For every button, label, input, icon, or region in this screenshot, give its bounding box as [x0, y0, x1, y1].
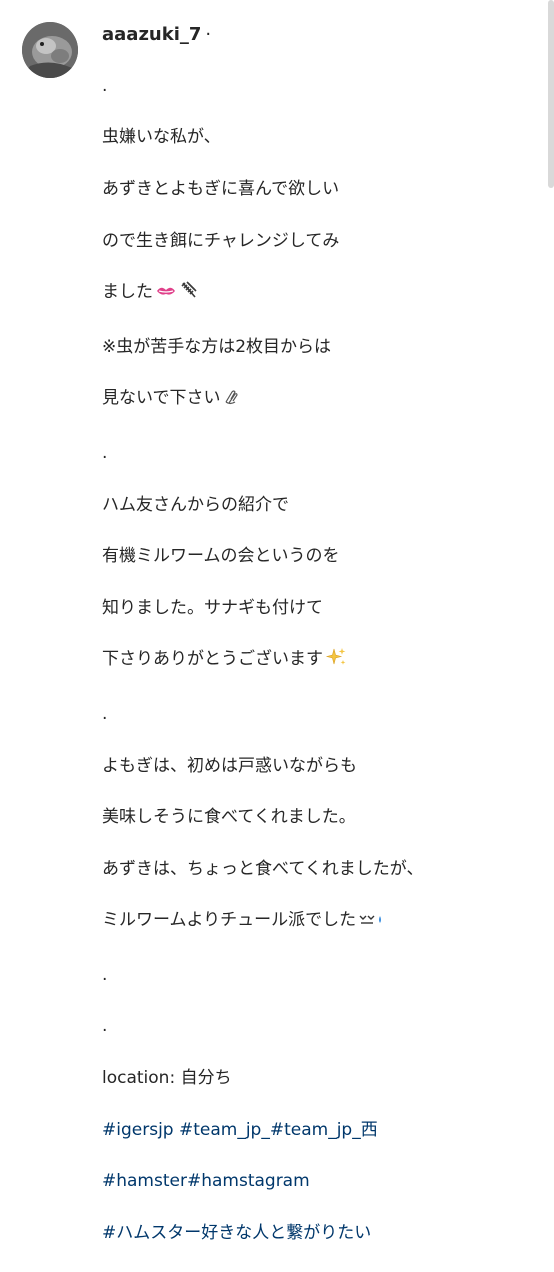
sweat-smile-icon [358, 910, 386, 937]
caption-line: . [102, 442, 108, 463]
hamster-photo-icon [22, 22, 78, 78]
caption-line-with-emoji: ミルワームよりチュール派でした [102, 908, 542, 937]
username-link[interactable]: aaazuki_7 [102, 24, 201, 45]
caption-line-with-emoji: ました [102, 280, 542, 309]
caption-line: . [102, 964, 108, 985]
caption-line-text: ました [102, 282, 153, 303]
caption-line-text: 下さりありがとうございます [102, 649, 323, 670]
post-caption: . 虫嫌いな私が、 あずきとよもぎに喜んで欲しい ので生き餌にチャレンジしてみ … [102, 48, 542, 1272]
caption-line-text: 見ないで下さい [102, 388, 221, 409]
caption-line: . [102, 703, 108, 724]
header-separator: · [205, 24, 212, 45]
kiss-face-icon [155, 282, 177, 309]
caption-line: . [102, 1016, 108, 1037]
caption-line: ので生き餌にチャレンジしてみ [102, 230, 340, 251]
caption-line: あずきとよもぎに喜んで欲しい [102, 178, 340, 199]
hashtag-link[interactable]: #igersjp #team_jp_#team_jp_西 [102, 1118, 542, 1144]
hashtag-link[interactable]: #ハムスター好きな人と繋がりたい [102, 1221, 542, 1247]
avatar[interactable] [22, 22, 78, 78]
caption-line: あずきは、ちょっと食べてくれましたが、 [102, 858, 424, 879]
caption-line: . [102, 75, 108, 96]
caption-line-text: ミルワームよりチュール派でした [102, 910, 357, 931]
caption-line: ※虫が苦手な方は2枚目からは [102, 336, 332, 357]
hashtag-link[interactable]: #hamster#hamstagram [102, 1169, 542, 1195]
raised-hand-icon [223, 388, 241, 415]
caption-line: よもぎは、初めは戸惑いながらも [102, 755, 357, 776]
scrollbar[interactable] [548, 0, 554, 188]
caption-line: 美味しそうに食べてくれました。 [102, 807, 356, 828]
sparkles-icon [325, 647, 347, 676]
caption-line-with-emoji: 見ないで下さい [102, 386, 542, 415]
caption-line: 虫嫌いな私が、 [102, 127, 221, 148]
bug-icon [179, 280, 199, 309]
location-line: location: 自分ち [102, 1068, 232, 1089]
caption-line: ハム友さんからの紹介で [102, 494, 289, 515]
post-header: aaazuki_7 · [102, 22, 211, 48]
caption-line: 知りました。サナギも付けて [102, 597, 323, 618]
caption-line-with-emoji: 下さりありがとうございます [102, 647, 542, 676]
caption-line: 有機ミルワームの会というのを [102, 546, 340, 567]
